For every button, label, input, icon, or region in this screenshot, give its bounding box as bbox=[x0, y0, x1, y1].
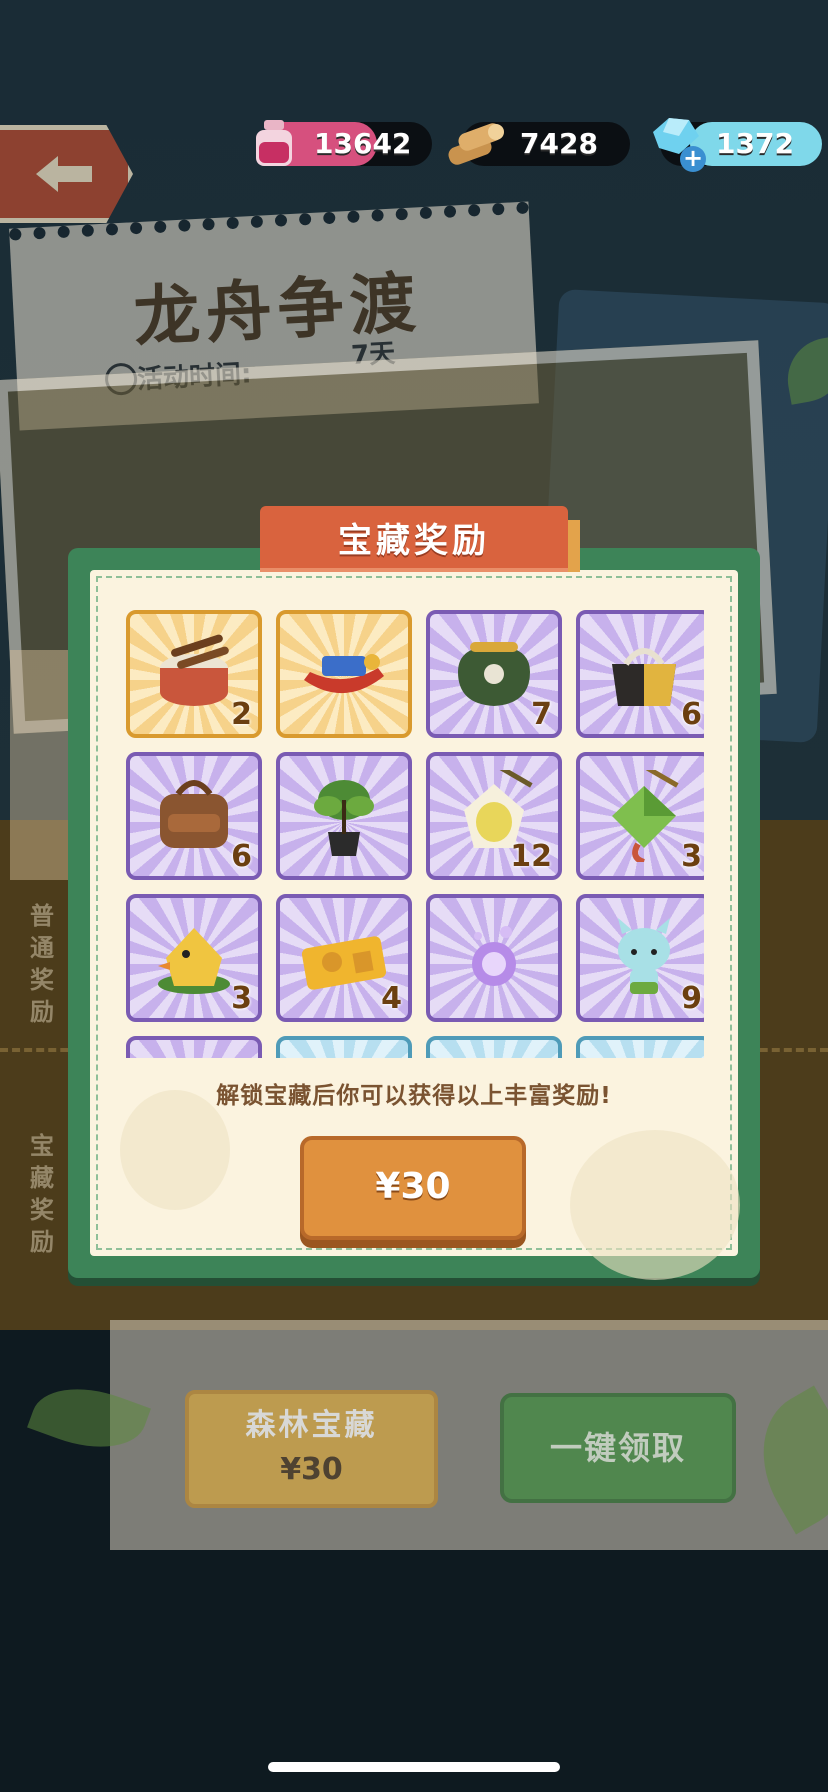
partial-item-icon bbox=[448, 1054, 540, 1058]
reward-count: 4 bbox=[381, 981, 402, 1016]
back-button[interactable] bbox=[0, 125, 133, 223]
dragon-boat-icon bbox=[304, 654, 384, 694]
coin-purse-icon bbox=[458, 642, 530, 706]
reward-count: 3 bbox=[231, 981, 252, 1016]
handbag-icon bbox=[612, 648, 676, 706]
reward-item[interactable]: 2 bbox=[126, 610, 262, 738]
potted-plant-icon bbox=[314, 780, 374, 856]
treasure-reward-label: 宝藏奖励 bbox=[30, 1132, 54, 1256]
forest-treasure-price: ¥30 bbox=[280, 1452, 343, 1487]
wood-value: 7428 bbox=[520, 127, 598, 160]
modal-hint: 解锁宝藏后你可以获得以上丰富奖励! bbox=[216, 1083, 612, 1109]
claim-all-button[interactable]: 一键领取 bbox=[500, 1393, 736, 1503]
reward-item[interactable] bbox=[426, 894, 562, 1022]
reward-item[interactable]: 9 bbox=[576, 894, 704, 1022]
forest-treasure-name: 森林宝藏 bbox=[245, 1408, 378, 1443]
normal-reward-label: 普通奖励 bbox=[30, 902, 54, 1026]
blue-pet-icon bbox=[618, 918, 670, 994]
zongzi-icon bbox=[612, 770, 679, 862]
chick-zongzi-icon bbox=[158, 928, 230, 994]
back-arrow-icon bbox=[36, 156, 92, 192]
reward-item[interactable]: 12 bbox=[426, 752, 562, 880]
reward-item[interactable]: 7 bbox=[426, 610, 562, 738]
partial-item-icon bbox=[298, 1054, 390, 1058]
reward-item[interactable] bbox=[276, 610, 412, 738]
drum-icon bbox=[160, 634, 229, 706]
magic-orb-icon bbox=[472, 926, 516, 986]
reward-item[interactable] bbox=[576, 1036, 704, 1058]
reward-grid: 2 7 6 6 12 3 3 4 9 bbox=[126, 610, 704, 1058]
backpack-icon bbox=[160, 780, 228, 848]
reward-count: 2 bbox=[231, 697, 252, 732]
reward-item[interactable] bbox=[426, 1036, 562, 1058]
modal-title: 宝藏奖励 bbox=[260, 506, 568, 572]
wood-icon bbox=[448, 123, 504, 165]
modal-body: 2 7 6 6 12 3 3 4 9 解锁宝藏后你可以获得以上丰富奖励! ¥30 bbox=[90, 570, 740, 1280]
purchase-button[interactable]: ¥30 bbox=[300, 1136, 526, 1240]
reward-item[interactable] bbox=[276, 1036, 412, 1058]
treasure-reward-modal: 2 7 6 6 12 3 3 4 9 解锁宝藏后你可以获得以上丰富奖励! ¥30 bbox=[68, 548, 760, 1280]
reward-count: 12 bbox=[510, 839, 552, 874]
reward-item[interactable]: 3 bbox=[126, 894, 262, 1022]
reward-count: 7 bbox=[531, 697, 552, 732]
reward-grid-scroll[interactable]: 2 7 6 6 12 3 3 4 9 bbox=[126, 610, 704, 1058]
reward-count: 6 bbox=[231, 839, 252, 874]
gem-value: 1372 bbox=[716, 127, 794, 160]
add-gems-button[interactable]: + bbox=[680, 146, 706, 172]
forest-treasure-button[interactable]: 森林宝藏 ¥30 bbox=[185, 1390, 438, 1508]
home-indicator[interactable] bbox=[268, 1762, 560, 1772]
reward-count: 3 bbox=[681, 839, 702, 874]
reward-count: 9 bbox=[681, 981, 702, 1016]
reward-item[interactable] bbox=[276, 752, 412, 880]
reward-item[interactable]: 4 bbox=[276, 894, 412, 1022]
reward-item[interactable]: 6 bbox=[576, 610, 704, 738]
reward-count: 6 bbox=[681, 697, 702, 732]
potion-icon bbox=[256, 120, 292, 166]
reward-item[interactable] bbox=[126, 1036, 262, 1058]
partial-item-icon bbox=[598, 1054, 690, 1058]
reward-item[interactable]: 6 bbox=[126, 752, 262, 880]
partial-item-icon bbox=[148, 1054, 240, 1058]
decorative-chick bbox=[570, 1130, 740, 1280]
reward-item[interactable]: 3 bbox=[576, 752, 704, 880]
potion-value: 13642 bbox=[314, 127, 412, 160]
ticket-icon bbox=[301, 936, 387, 990]
